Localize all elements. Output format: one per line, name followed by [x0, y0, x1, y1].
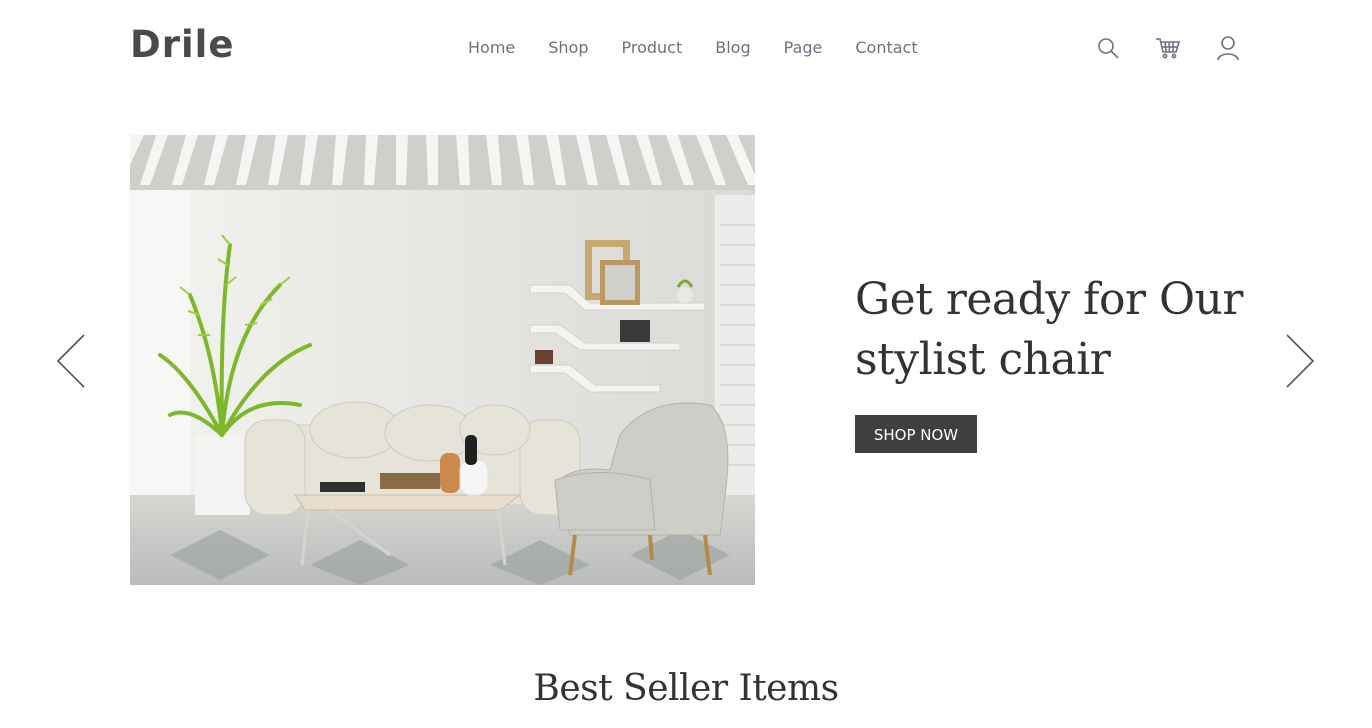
site-logo[interactable]: Drile: [130, 26, 234, 63]
nav-shop[interactable]: Shop: [548, 38, 588, 58]
nav-blog[interactable]: Blog: [715, 38, 750, 58]
hero-title-line2: stylist chair: [855, 334, 1111, 385]
page: Drile Home Shop Product Blog Page Contac…: [0, 0, 1372, 728]
hero-image: [130, 135, 755, 585]
nav-contact[interactable]: Contact: [855, 38, 917, 58]
nav-home[interactable]: Home: [468, 38, 515, 58]
search-icon[interactable]: [1095, 34, 1121, 62]
main-nav: Home Shop Product Blog Page Contact: [468, 38, 918, 58]
hero-title: Get ready for Our stylist chair: [855, 270, 1275, 390]
best-seller-title: Best Seller Items: [533, 668, 839, 709]
prev-slide-arrow-icon[interactable]: [56, 333, 86, 389]
user-icon[interactable]: [1215, 34, 1241, 62]
shop-now-button[interactable]: SHOP NOW: [855, 415, 977, 453]
cart-icon[interactable]: [1155, 34, 1181, 62]
hero-title-line1: Get ready for Our: [855, 274, 1243, 325]
nav-page[interactable]: Page: [784, 38, 823, 58]
nav-product[interactable]: Product: [622, 38, 683, 58]
next-slide-arrow-icon[interactable]: [1285, 333, 1315, 389]
